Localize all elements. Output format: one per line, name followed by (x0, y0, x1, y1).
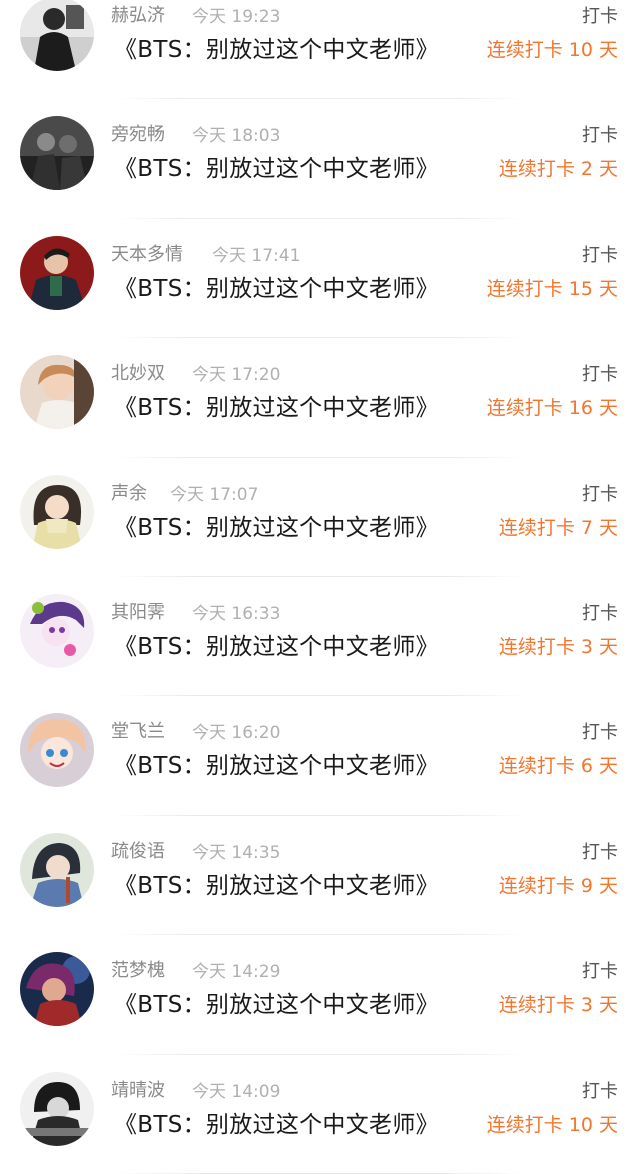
user-name[interactable]: 疏俊语 (111, 841, 165, 863)
checkin-list: 赫弘济 今天 19:23 《BTS：别放过这个中文老师》 打卡 连续打卡 10 … (0, 0, 640, 1174)
checkin-row[interactable]: 旁宛畅 今天 18:03 《BTS：别放过这个中文老师》 打卡 连续打卡 2 天 (0, 99, 640, 219)
checkin-label: 打卡 (582, 125, 618, 147)
checkin-label: 打卡 (582, 602, 618, 624)
user-avatar[interactable] (20, 0, 94, 71)
course-title[interactable]: 《BTS：别放过这个中文老师》 (114, 274, 439, 304)
checkin-row[interactable]: 其阳霁 今天 16:33 《BTS：别放过这个中文老师》 打卡 连续打卡 3 天 (0, 577, 640, 697)
checkin-row[interactable]: 声余 今天 17:07 《BTS：别放过这个中文老师》 打卡 连续打卡 7 天 (0, 458, 640, 577)
course-title[interactable]: 《BTS：别放过这个中文老师》 (114, 632, 439, 662)
user-name[interactable]: 声余 (111, 483, 147, 505)
user-name[interactable]: 赫弘济 (111, 5, 165, 27)
user-name[interactable]: 其阳霁 (111, 602, 165, 624)
streak-badge: 连续打卡 7 天 (498, 516, 618, 539)
course-title[interactable]: 《BTS：别放过这个中文老师》 (114, 751, 439, 781)
checkin-time: 今天 19:23 (192, 7, 281, 27)
checkin-time: 今天 16:20 (192, 723, 281, 744)
checkin-time: 今天 17:41 (212, 245, 301, 266)
course-title[interactable]: 《BTS：别放过这个中文老师》 (114, 393, 439, 423)
course-title[interactable]: 《BTS：别放过这个中文老师》 (114, 154, 439, 184)
checkin-row[interactable]: 北妙双 今天 17:20 《BTS：别放过这个中文老师》 打卡 连续打卡 16 … (0, 338, 640, 458)
streak-badge: 连续打卡 9 天 (498, 874, 618, 897)
checkin-label: 打卡 (582, 961, 618, 983)
checkin-label: 打卡 (582, 364, 618, 386)
checkin-label: 打卡 (582, 244, 618, 266)
streak-badge: 连续打卡 2 天 (498, 158, 618, 181)
checkin-time: 今天 14:29 (192, 962, 281, 983)
user-avatar[interactable] (20, 593, 94, 668)
streak-badge: 连续打卡 16 天 (486, 397, 618, 420)
user-name[interactable]: 堂飞兰 (111, 721, 165, 743)
checkin-time: 今天 17:20 (192, 365, 281, 386)
user-name[interactable]: 旁宛畅 (111, 124, 165, 146)
user-name[interactable]: 范梦槐 (111, 960, 165, 982)
user-name[interactable]: 天本多情 (111, 244, 183, 266)
streak-badge: 连续打卡 6 天 (498, 755, 618, 778)
checkin-label: 打卡 (582, 6, 618, 27)
user-avatar[interactable] (20, 116, 94, 191)
course-title[interactable]: 《BTS：别放过这个中文老师》 (114, 871, 439, 901)
user-name[interactable]: 靖晴波 (111, 1080, 165, 1102)
course-title[interactable]: 《BTS：别放过这个中文老师》 (114, 1110, 439, 1140)
course-title[interactable]: 《BTS：别放过这个中文老师》 (114, 990, 439, 1020)
checkin-time: 今天 17:07 (170, 484, 259, 505)
course-title[interactable]: 《BTS：别放过这个中文老师》 (114, 513, 439, 543)
user-name[interactable]: 北妙双 (111, 363, 165, 385)
user-avatar[interactable] (20, 355, 94, 430)
checkin-time: 今天 16:33 (192, 603, 281, 624)
streak-badge: 连续打卡 3 天 (498, 994, 618, 1017)
user-avatar[interactable] (20, 713, 94, 788)
checkin-row[interactable]: 堂飞兰 今天 16:20 《BTS：别放过这个中文老师》 打卡 连续打卡 6 天 (0, 696, 640, 816)
streak-badge: 连续打卡 10 天 (486, 1113, 618, 1136)
user-avatar[interactable] (20, 952, 94, 1027)
checkin-row[interactable]: 靖晴波 今天 14:09 《BTS：别放过这个中文老师》 打卡 连续打卡 10 … (0, 1055, 640, 1174)
user-avatar[interactable] (20, 1071, 94, 1146)
user-avatar[interactable] (20, 832, 94, 907)
user-avatar[interactable] (20, 474, 94, 549)
course-title[interactable]: 《BTS：别放过这个中文老师》 (114, 35, 439, 65)
checkin-time: 今天 18:03 (192, 126, 281, 147)
checkin-row[interactable]: 疏俊语 今天 14:35 《BTS：别放过这个中文老师》 打卡 连续打卡 9 天 (0, 816, 640, 936)
checkin-row[interactable]: 天本多情 今天 17:41 《BTS：别放过这个中文老师》 打卡 连续打卡 15… (0, 219, 640, 339)
checkin-time: 今天 14:35 (192, 842, 281, 863)
checkin-label: 打卡 (582, 1080, 618, 1102)
user-avatar[interactable] (20, 235, 94, 310)
checkin-label: 打卡 (582, 722, 618, 744)
streak-badge: 连续打卡 3 天 (498, 635, 618, 658)
checkin-row[interactable]: 赫弘济 今天 19:23 《BTS：别放过这个中文老师》 打卡 连续打卡 10 … (0, 0, 640, 100)
checkin-time: 今天 14:09 (192, 1081, 281, 1102)
checkin-label: 打卡 (582, 841, 618, 863)
checkin-label: 打卡 (582, 483, 618, 505)
streak-badge: 连续打卡 10 天 (486, 39, 618, 61)
streak-badge: 连续打卡 15 天 (486, 277, 618, 300)
checkin-row[interactable]: 范梦槐 今天 14:29 《BTS：别放过这个中文老师》 打卡 连续打卡 3 天 (0, 935, 640, 1055)
